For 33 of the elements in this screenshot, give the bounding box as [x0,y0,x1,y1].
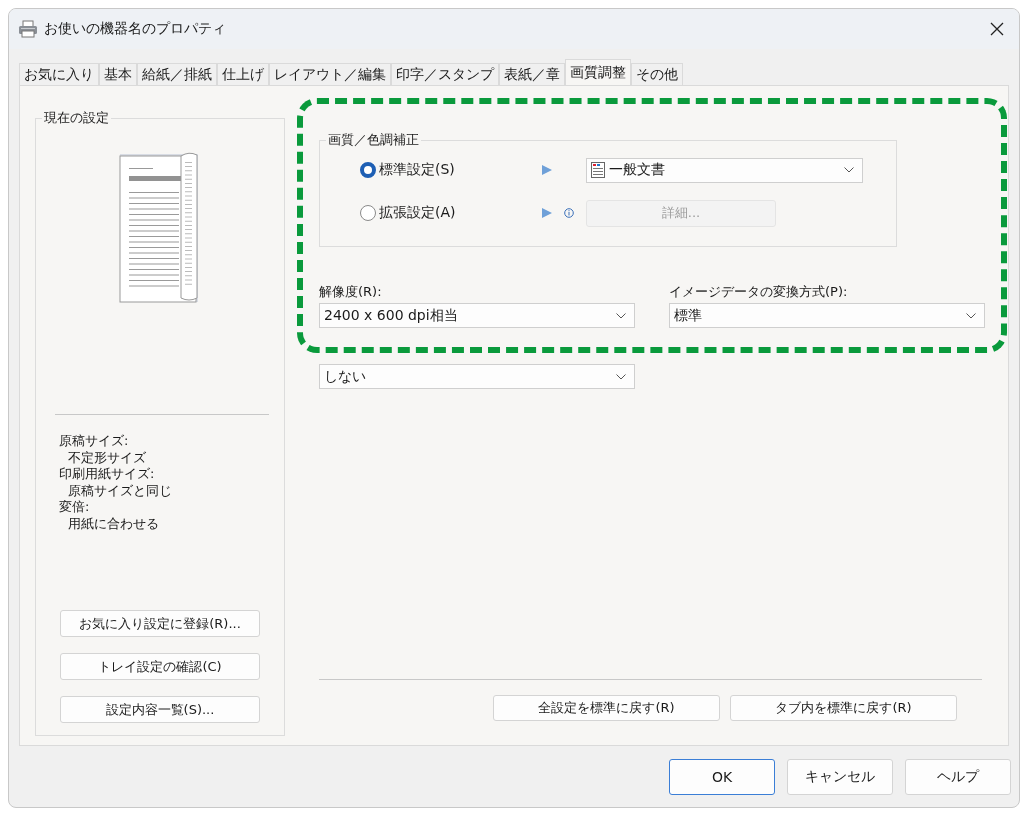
tab[interactable]: 印字／スタンプ [391,63,499,85]
tab[interactable]: お気に入り [19,63,99,85]
tab[interactable]: 表紙／章 [499,63,565,85]
field-label: 解像度(R): [319,283,383,301]
dropdown-field[interactable]: 2400 x 600 dpi相当 [319,303,635,328]
window-title: お使いの機器名のプロパティ [44,20,227,38]
field-label: イメージデータの変換方式(P): [669,283,849,301]
group-title: 画質／色調補正 [327,131,420,149]
dialog-button[interactable]: キャンセル [787,758,893,795]
settings-button[interactable]: 設定内容一覧(S)... [60,696,260,723]
tab[interactable]: レイアウト／編集 [269,63,391,85]
radio-option[interactable]: 標準設定(S) [360,161,542,179]
tab[interactable]: 基本 [99,63,137,85]
dropdown-field[interactable]: 標準 [669,303,985,328]
setting-label: 原稿サイズ: [59,433,130,450]
dropdown-field[interactable]: しない [319,364,635,389]
reset-button[interactable]: 全設定を標準に戻す(R) [493,695,720,721]
setting-value: 原稿サイズと同じ [67,482,173,499]
setting-label: 印刷用紙サイズ: [59,466,156,483]
settings-button[interactable]: トレイ設定の確認(C) [60,653,260,680]
tab[interactable]: その他 [631,63,683,85]
settings-button[interactable]: お気に入り設定に登録(R)... [60,610,260,637]
style-dropdown[interactable]: 一般文書 [586,157,863,183]
tab[interactable]: 画質調整 [565,59,631,85]
dialog-button[interactable]: ヘルプ [905,758,1011,795]
group-title: 現在の設定 [43,109,110,127]
setting-value: 不定形サイズ [67,449,147,466]
tab[interactable]: 給紙／排紙 [137,63,217,85]
dialog-button[interactable]: OK [669,758,775,795]
tab[interactable]: 仕上げ [217,63,269,85]
setting-value: 用紙に合わせる [67,515,160,532]
setting-label: 変倍: [59,499,91,516]
reset-button[interactable]: タブ内を標準に戻す(R) [730,695,957,721]
